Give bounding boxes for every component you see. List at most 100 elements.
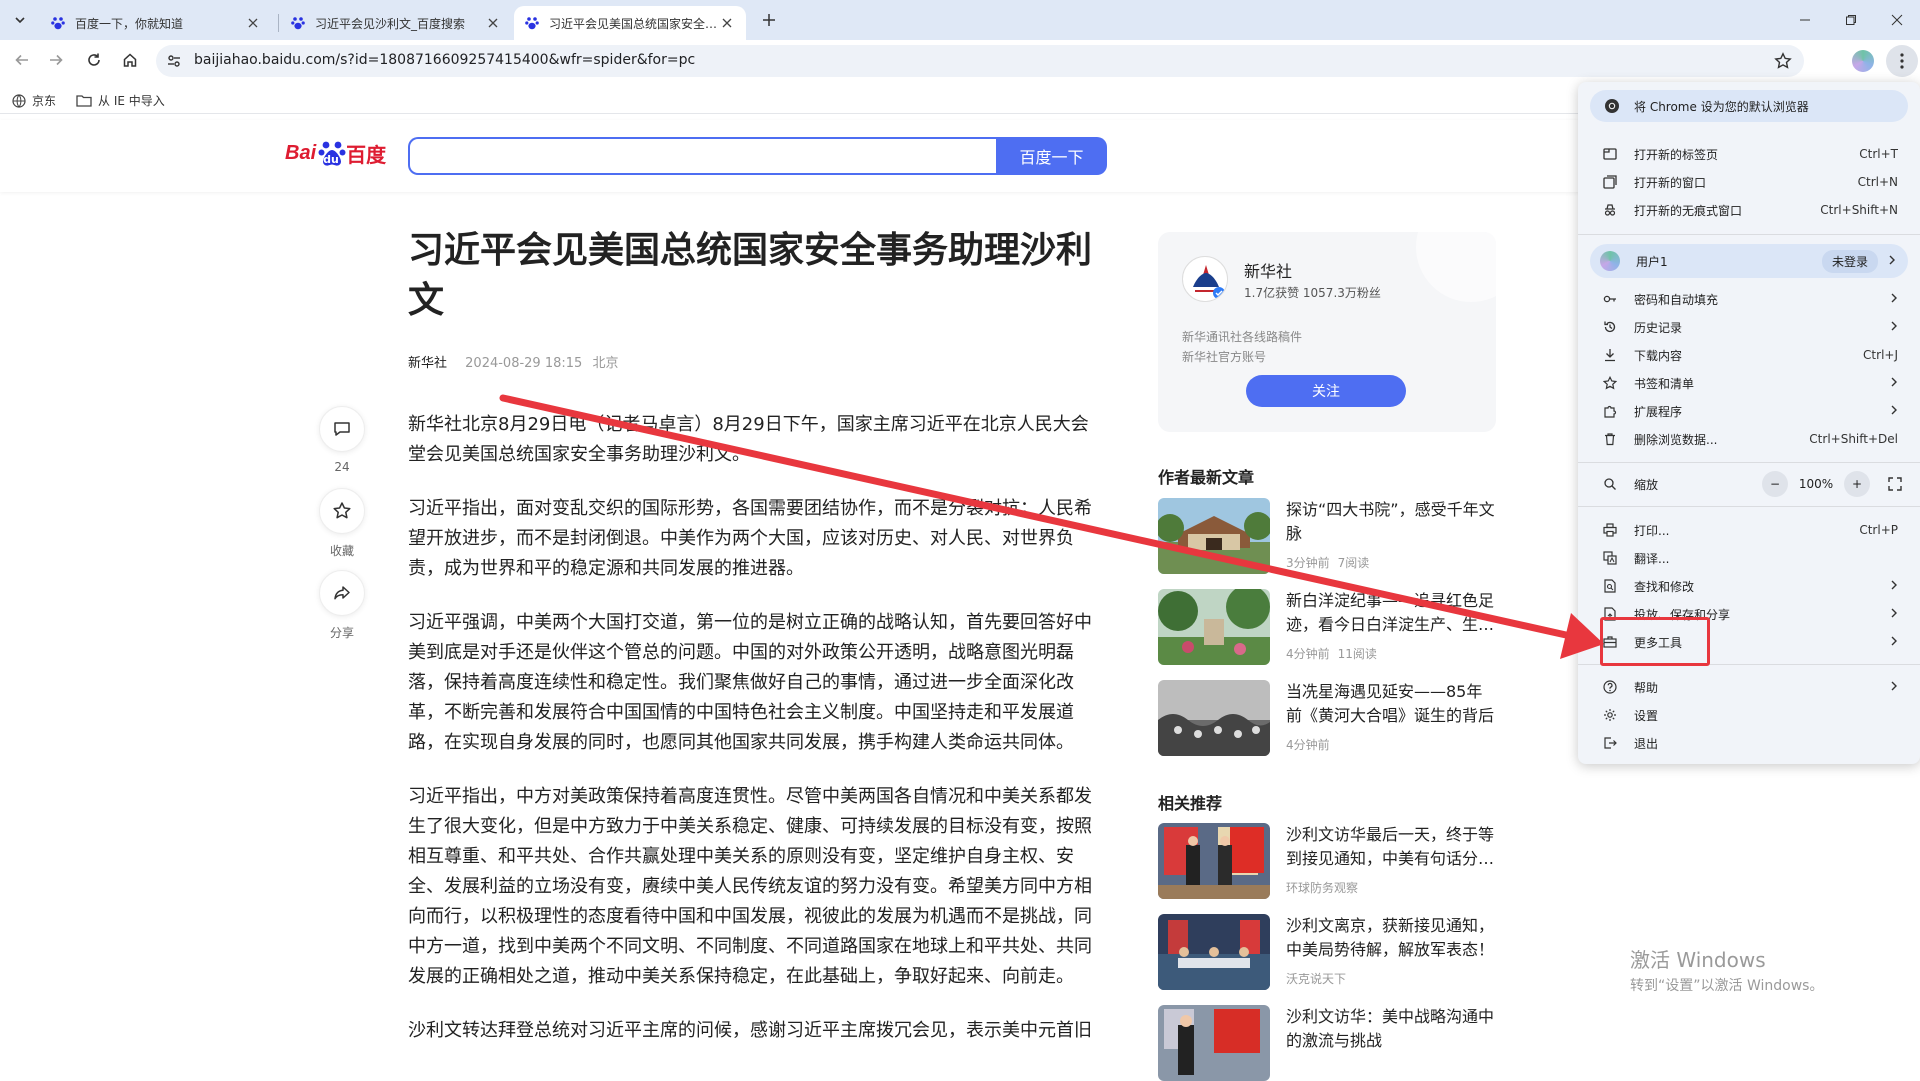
news-thumbnail[interactable] [1158,680,1270,756]
chevron-right-icon [1888,254,1896,268]
comment-action[interactable]: 24 [317,406,367,474]
favorite-button[interactable] [319,488,365,534]
address-bar[interactable]: baijiahao.baidu.com/s?id=180871660925741… [156,45,1804,77]
latest-article-item[interactable]: 新白洋淀纪事——追寻红色足迹，看今日白洋淀生产、生… 4分钟前 11阅读 [1158,589,1498,665]
close-icon[interactable] [484,14,502,32]
share-button[interactable] [319,570,365,616]
share-icon [334,586,350,600]
bookmark-star-icon[interactable] [1774,52,1792,70]
annotation-highlight-box [1600,617,1710,666]
url-text[interactable]: baijiahao.baidu.com/s?id=180871660925741… [194,52,695,68]
news-title[interactable]: 沙利文离京，获新接见通知，中美局势待解，解放军表态！ [1286,914,1498,962]
home-button[interactable] [118,48,142,72]
menu-item-incognito[interactable]: 打开新的无痕式窗口 Ctrl+Shift+N [1578,196,1920,224]
minimize-button[interactable] [1782,0,1828,40]
related-article-item[interactable]: 沙利文离京，获新接见通知，中美局势待解，解放军表态！ 沃克说天下 [1158,914,1498,990]
user-avatar-icon [1600,251,1620,271]
set-default-browser-banner[interactable]: 将 Chrome 设为您的默认浏览器 [1590,90,1908,122]
menu-item-bookmarks[interactable]: 书签和清单 [1578,369,1920,397]
menu-item-new-window[interactable]: 打开新的窗口 Ctrl+N [1578,168,1920,196]
profile-avatar[interactable] [1852,50,1874,72]
zoom-out-button[interactable]: − [1762,471,1788,497]
chevron-right-icon [1890,320,1898,334]
bookmark-ie-import[interactable]: 从 IE 中导入 [76,92,165,109]
incognito-icon [1602,202,1618,218]
news-thumbnail[interactable] [1158,1005,1270,1081]
site-settings-icon[interactable] [166,53,182,69]
menu-item-help[interactable]: 帮助 [1578,673,1920,701]
share-action[interactable]: 分享 [317,570,367,641]
zoom-in-button[interactable]: + [1844,471,1870,497]
logo-text-du: du [323,153,339,166]
settings-icon [1602,707,1618,723]
news-title[interactable]: 沙利文访华：美中战略沟通中的激流与挑战 [1286,1005,1498,1053]
menu-item-settings[interactable]: 设置 [1578,701,1920,729]
news-title[interactable]: 当冼星海遇见延安——85年前《黄河大合唱》诞生的背后 [1286,680,1498,728]
reload-button[interactable] [82,48,106,72]
related-article-item[interactable]: 沙利文访华：美中战略沟通中的激流与挑战 [1158,1005,1498,1081]
menu-item-label: 帮助 [1634,680,1659,695]
back-button[interactable] [10,48,34,72]
author-name[interactable]: 新华社 [1244,258,1292,282]
forward-button[interactable] [44,48,68,72]
menu-item-new-tab[interactable]: 打开新的标签页 Ctrl+T [1578,140,1920,168]
zoom-controls: − 100% + [1762,470,1920,498]
menu-item-clear-data[interactable]: 删除浏览数据... Ctrl+Shift+Del [1578,425,1920,453]
menu-item-user-profile[interactable]: 用户1 未登录 [1590,244,1908,278]
article-source[interactable]: 新华社 [408,356,447,371]
menu-item-downloads[interactable]: 下载内容 Ctrl+J [1578,341,1920,369]
chrome-menu-button[interactable] [1886,45,1918,77]
menu-item-label: 书签和清单 [1634,376,1695,391]
download-icon [1602,347,1618,363]
chevron-right-icon [1890,680,1898,694]
fullscreen-button[interactable] [1882,471,1908,497]
share-label: 分享 [329,626,354,640]
tab-baidu-home[interactable]: 百度一下，你就知道 [40,6,272,40]
new-tab-button[interactable] [758,9,780,31]
baidu-search-input[interactable] [408,137,996,175]
tab-baidu-search[interactable]: 习近平会见沙利文_百度搜索 [280,6,512,40]
related-article-item[interactable]: 沙利文访华最后一天，终于等到接见通知，中美有句话分… 环球防务观察 [1158,823,1498,899]
baidu-search-button[interactable]: 百度一下 [996,137,1107,175]
menu-item-print[interactable]: 打印... Ctrl+P [1578,516,1920,544]
signin-badge: 未登录 [1821,249,1878,273]
menu-item-find-edit[interactable]: 查找和修改 [1578,572,1920,600]
close-icon[interactable] [244,14,262,32]
bookmark-jd[interactable]: 京东 [12,92,56,109]
menu-item-label: 密码和自动填充 [1634,292,1719,307]
latest-article-item[interactable]: 当冼星海遇见延安——85年前《黄河大合唱》诞生的背后 4分钟前 [1158,680,1498,756]
chevron-down-icon [15,17,25,24]
restore-button[interactable] [1828,0,1874,40]
more-vert-icon [1900,53,1904,69]
menu-item-extensions[interactable]: 扩展程序 [1578,397,1920,425]
menu-item-exit[interactable]: 退出 [1578,729,1920,757]
bookmark-label: 从 IE 中导入 [98,94,165,108]
close-window-button[interactable] [1874,0,1920,40]
news-thumbnail[interactable] [1158,498,1270,574]
follow-button[interactable]: 关注 [1246,375,1406,407]
latest-article-item[interactable]: 探访“四大书院”，感受千年文脉 3分钟前 7阅读 [1158,498,1498,574]
news-title[interactable]: 探访“四大书院”，感受千年文脉 [1286,498,1498,546]
logo-text-bai: Bai [285,141,317,164]
baidu-logo[interactable]: Bai du 百度 [285,138,386,168]
close-icon[interactable] [718,14,736,32]
tab-search-button[interactable] [8,8,32,32]
news-time: 4分钟前 [1286,738,1330,752]
news-thumbnail[interactable] [1158,589,1270,665]
news-meta: 环球防务观察 [1286,879,1366,896]
favorite-action[interactable]: 收藏 [317,488,367,559]
menu-item-passwords[interactable]: 密码和自动填充 [1578,285,1920,313]
menu-item-translate[interactable]: 翻译... [1578,544,1920,572]
news-meta: 4分钟前 11阅读 [1286,645,1385,662]
chevron-right-icon [1890,404,1898,418]
comment-button[interactable] [319,406,365,452]
news-title[interactable]: 新白洋淀纪事——追寻红色足迹，看今日白洋淀生产、生… [1286,589,1498,637]
help-icon [1602,679,1618,695]
menu-item-shortcut: Ctrl+Shift+N [1820,203,1898,217]
news-thumbnail[interactable] [1158,914,1270,990]
author-avatar[interactable] [1182,256,1228,302]
tab-article[interactable]: 习近平会见美国总统国家安全事务助理沙利文 [514,6,746,40]
menu-item-history[interactable]: 历史记录 [1578,313,1920,341]
news-thumbnail[interactable] [1158,823,1270,899]
news-title[interactable]: 沙利文访华最后一天，终于等到接见通知，中美有句话分… [1286,823,1498,871]
